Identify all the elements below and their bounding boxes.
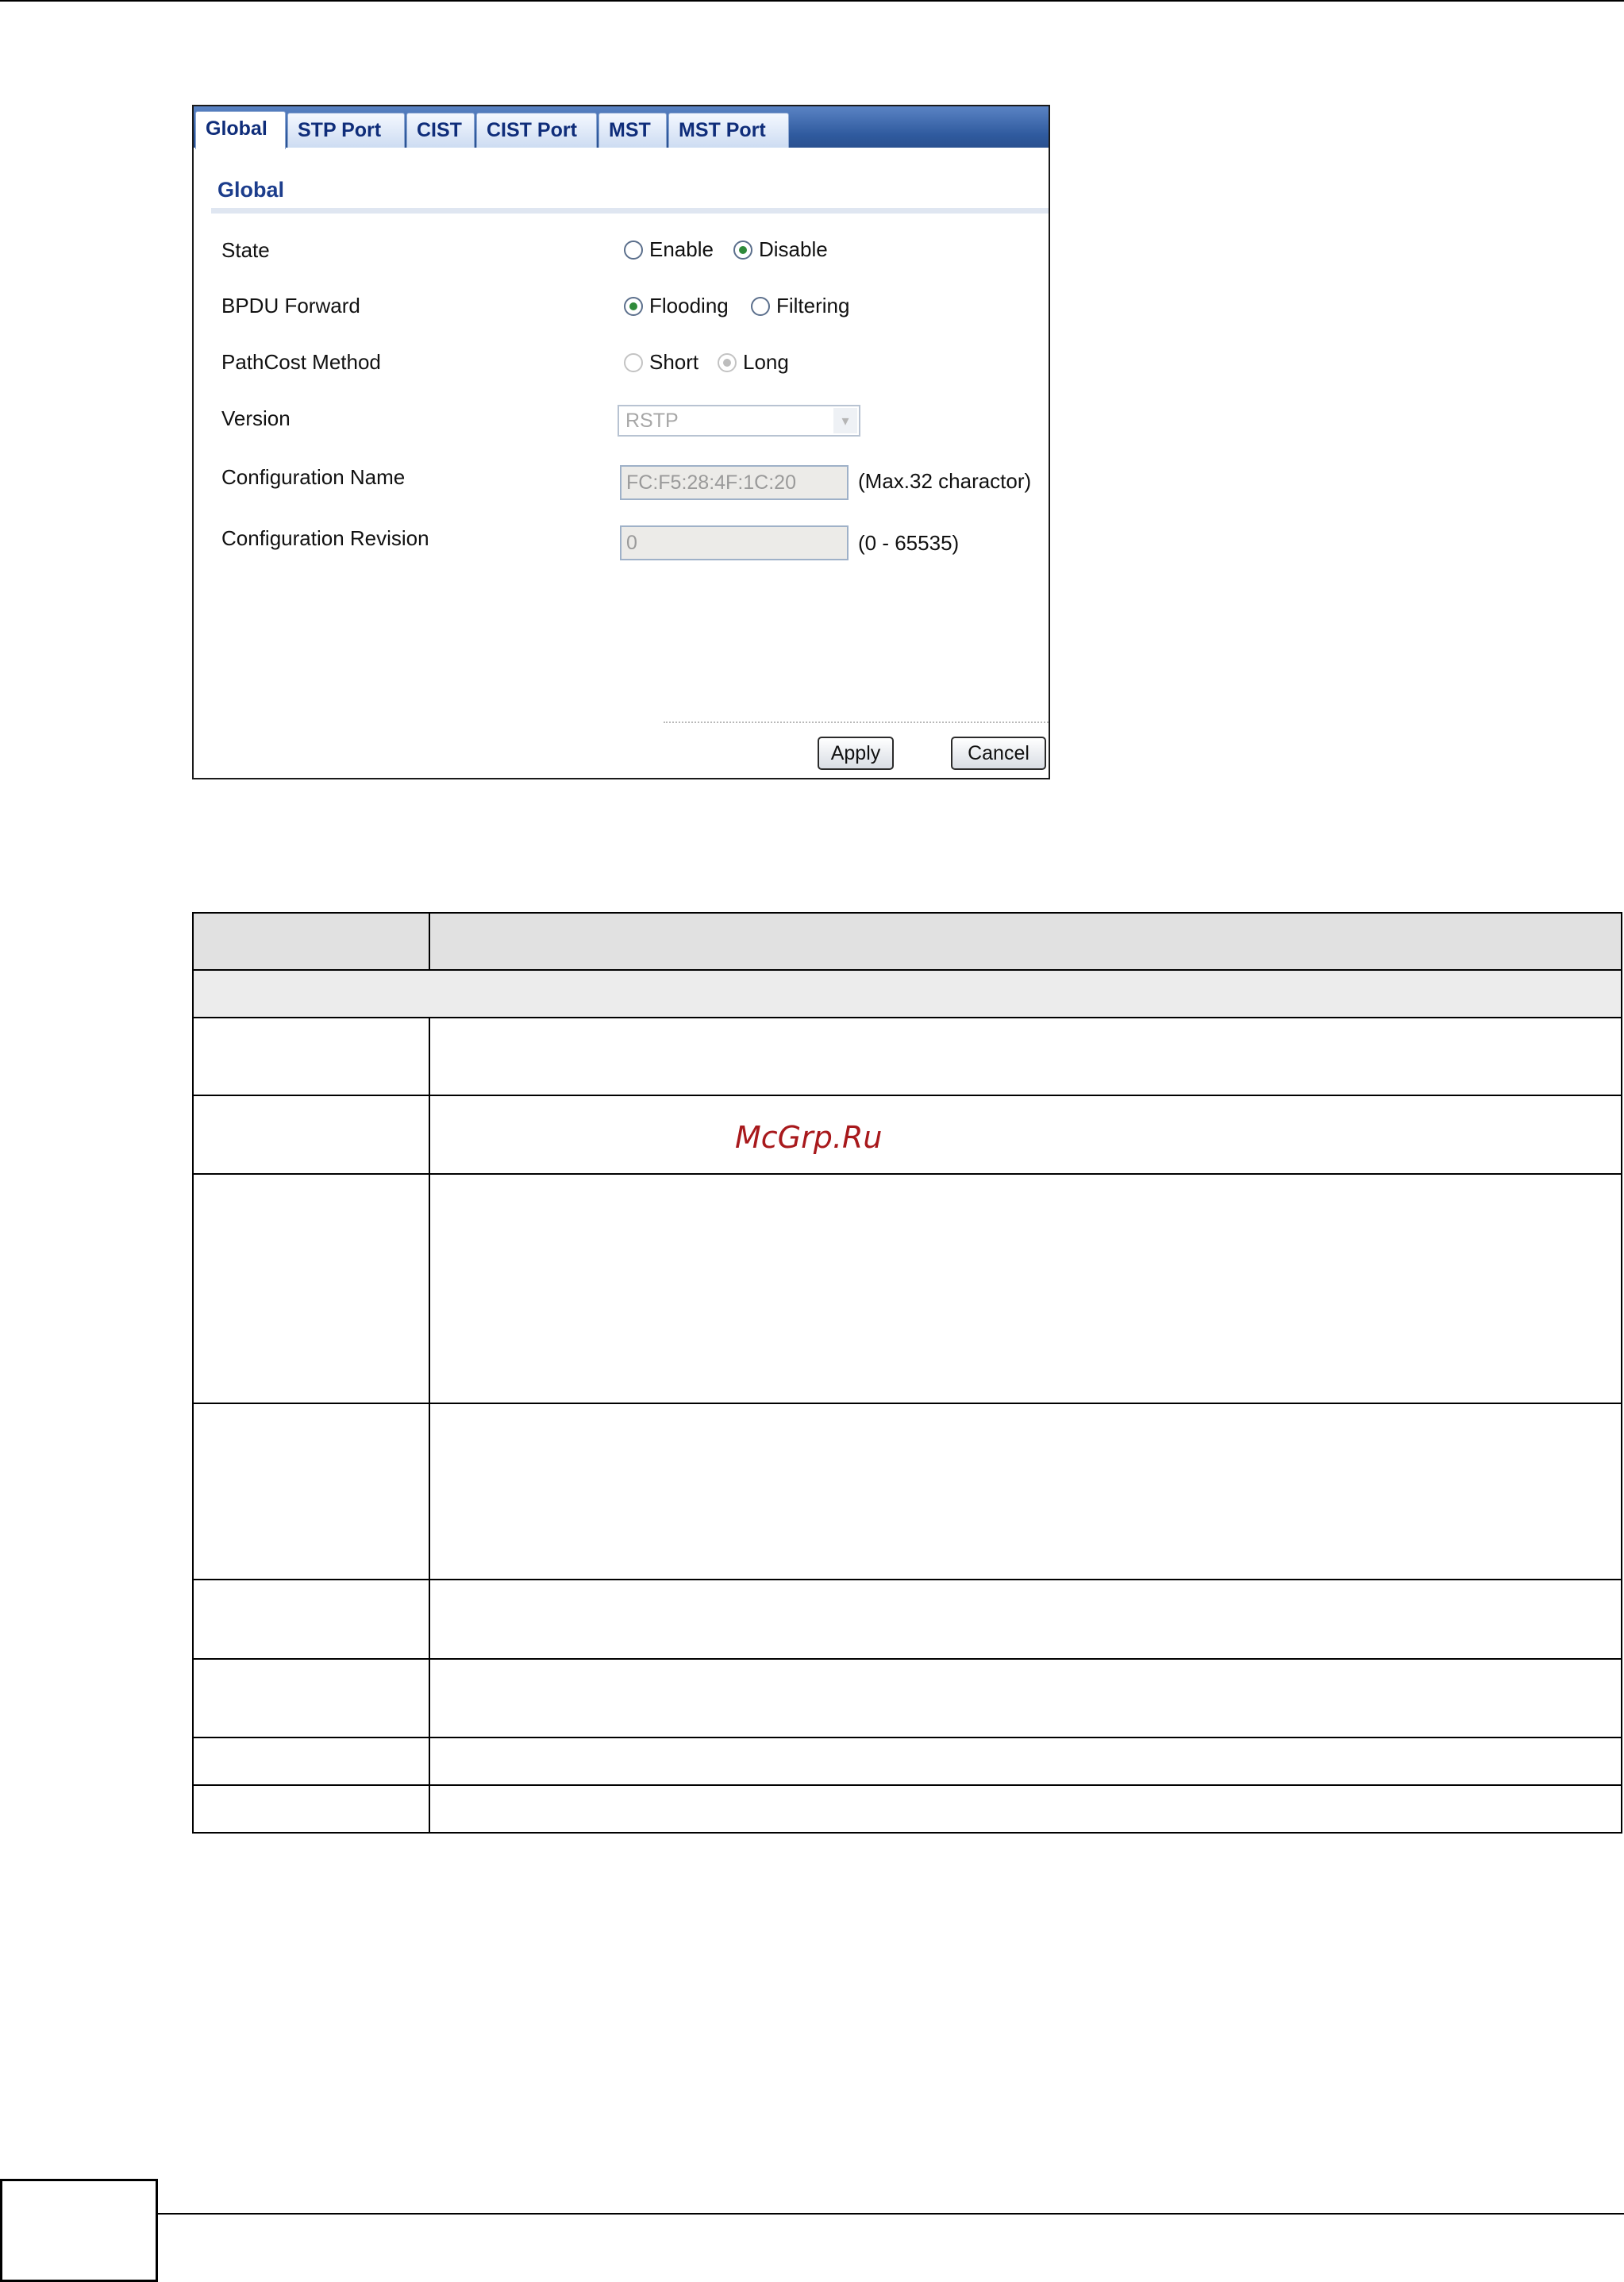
radio-disable[interactable] (733, 240, 752, 260)
table-row (192, 1017, 1622, 1096)
chevron-down-icon: ▾ (833, 408, 857, 433)
bpdu-filtering-option[interactable]: Filtering (751, 294, 849, 318)
short-label: Short (649, 350, 699, 374)
tab-cist[interactable]: CIST (406, 113, 475, 148)
state-label: State (221, 238, 270, 262)
table-header-cell (429, 912, 1622, 971)
table-row (192, 1737, 1622, 1786)
bpdu-forward-label: BPDU Forward (221, 294, 360, 317)
config-revision-input[interactable]: 0 (620, 525, 849, 560)
tab-mst[interactable]: MST (598, 113, 667, 148)
table-header-row (192, 912, 1622, 971)
version-label: Version (221, 406, 291, 430)
dotted-separator (664, 722, 1049, 723)
footer-rule (158, 2213, 1624, 2215)
watermark-text: McGrp.Ru (735, 1120, 883, 1155)
table-row (192, 1403, 1622, 1580)
pathcost-short-option[interactable]: Short (624, 350, 698, 375)
filtering-label: Filtering (776, 294, 850, 317)
config-name-input[interactable]: FC:F5:28:4F:1C:20 (620, 465, 849, 500)
enable-label: Enable (649, 237, 714, 261)
table-row (192, 1784, 1622, 1834)
tab-stp-port[interactable]: STP Port (287, 113, 405, 148)
config-name-label: Configuration Name (221, 465, 406, 489)
pathcost-method-label: PathCost Method (221, 350, 381, 374)
table-row (192, 1095, 1622, 1175)
stp-global-screenshot: Global STP Port CIST CIST Port MST MST P… (192, 105, 1050, 779)
page-number-box (0, 2179, 158, 2282)
version-value: RSTP (625, 410, 679, 432)
state-enable-option[interactable]: Enable (624, 237, 714, 262)
table-row (192, 1173, 1622, 1404)
pathcost-long-option[interactable]: Long (718, 350, 789, 375)
radio-filtering[interactable] (751, 296, 770, 316)
bpdu-flooding-option[interactable]: Flooding (624, 294, 729, 318)
cancel-button[interactable]: Cancel (951, 737, 1046, 770)
table-section-cell (192, 969, 1622, 1018)
section-divider (211, 208, 1049, 214)
field-description-table (192, 912, 1622, 1834)
radio-long[interactable] (718, 352, 737, 372)
top-rule (0, 0, 1624, 2)
state-disable-option[interactable]: Disable (733, 237, 828, 262)
tab-bar: Global STP Port CIST CIST Port MST MST P… (194, 106, 1049, 149)
table-row (192, 969, 1622, 1018)
apply-button[interactable]: Apply (818, 737, 894, 770)
section-title: Global (217, 178, 285, 202)
table-header-cell (192, 912, 430, 971)
table-row (192, 1579, 1622, 1660)
flooding-label: Flooding (649, 294, 729, 317)
config-revision-hint: (0 - 65535) (858, 531, 960, 555)
config-revision-label: Configuration Revision (221, 526, 429, 550)
radio-enable[interactable] (624, 240, 643, 260)
tab-global[interactable]: Global (195, 111, 286, 149)
long-label: Long (743, 350, 789, 374)
table-row (192, 1658, 1622, 1738)
version-select[interactable]: RSTP ▾ (618, 405, 860, 437)
tab-mst-port[interactable]: MST Port (668, 113, 789, 148)
disable-label: Disable (759, 237, 828, 261)
radio-flooding[interactable] (624, 296, 643, 316)
config-name-hint: (Max.32 charactor) (858, 469, 1032, 493)
tab-cist-port[interactable]: CIST Port (476, 113, 597, 148)
radio-short[interactable] (624, 352, 643, 372)
